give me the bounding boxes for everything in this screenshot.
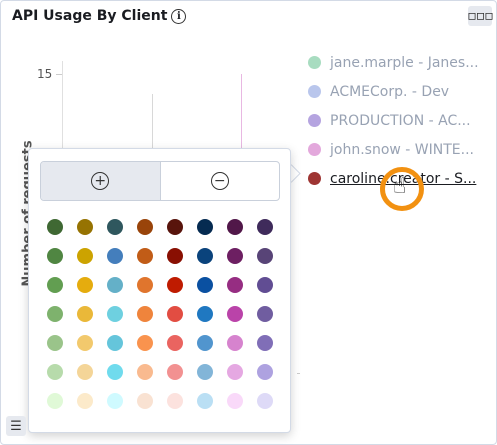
legend-item[interactable]: john.snow - WINTE... (308, 135, 479, 164)
color-swatch[interactable] (77, 364, 93, 380)
color-swatch[interactable] (167, 306, 183, 322)
legend-label[interactable]: jane.marple - Janes... (330, 55, 479, 71)
color-swatch[interactable] (227, 277, 243, 293)
chart-bar (241, 74, 242, 149)
legend-label[interactable]: PRODUCTION - AC... (330, 113, 471, 129)
color-swatch[interactable] (197, 219, 213, 235)
zoom-out-button[interactable]: − (161, 162, 280, 200)
color-swatch[interactable] (227, 219, 243, 235)
color-swatch[interactable] (107, 277, 123, 293)
legend-item[interactable]: PRODUCTION - AC... (308, 106, 479, 135)
color-swatch[interactable] (227, 306, 243, 322)
color-swatch[interactable] (137, 248, 153, 264)
color-swatch[interactable] (227, 248, 243, 264)
color-swatch[interactable] (227, 393, 243, 409)
color-picker-popover: + − (28, 148, 291, 433)
color-swatch[interactable] (167, 277, 183, 293)
minus-circle-icon: − (210, 172, 229, 190)
info-icon[interactable]: i (171, 8, 187, 24)
color-swatch[interactable] (107, 393, 123, 409)
legend-color-dot[interactable] (308, 56, 321, 69)
hand-pointer-icon: ☝ (393, 174, 407, 199)
zoom-in-button[interactable]: + (41, 162, 161, 200)
color-swatch[interactable] (137, 277, 153, 293)
legend-color-dot[interactable] (308, 143, 321, 156)
visualization-panel: API Usage By Client i ▫▫▫ Number of requ… (0, 0, 497, 445)
legend-item[interactable]: ACMECorp. - Dev (308, 77, 479, 106)
chart-bar (152, 94, 153, 149)
color-swatch[interactable] (137, 393, 153, 409)
color-swatch[interactable] (167, 335, 183, 351)
color-swatch[interactable] (47, 393, 63, 409)
color-swatch[interactable] (47, 277, 63, 293)
color-swatch[interactable] (257, 219, 273, 235)
color-swatch[interactable] (107, 335, 123, 351)
color-swatch[interactable] (107, 306, 123, 322)
list-icon[interactable]: ☰ (6, 416, 26, 436)
legend-color-dot[interactable] (308, 172, 321, 185)
legend-label[interactable]: ACMECorp. - Dev (330, 84, 449, 100)
legend-color-dot[interactable] (308, 114, 321, 127)
color-swatch[interactable] (77, 335, 93, 351)
color-swatch[interactable] (47, 364, 63, 380)
legend-item[interactable]: jane.marple - Janes... (308, 48, 479, 77)
color-swatch[interactable] (107, 248, 123, 264)
color-swatch[interactable] (47, 306, 63, 322)
color-swatch[interactable] (167, 393, 183, 409)
color-swatch[interactable] (77, 306, 93, 322)
panel-options-button[interactable]: ▫▫▫ (467, 6, 494, 26)
color-swatch[interactable] (257, 277, 273, 293)
color-swatch[interactable] (257, 248, 273, 264)
color-swatch[interactable] (137, 219, 153, 235)
color-swatch[interactable] (227, 364, 243, 380)
color-swatch[interactable] (227, 335, 243, 351)
color-swatch[interactable] (137, 306, 153, 322)
panel-header: API Usage By Client i (12, 8, 187, 24)
color-swatch[interactable] (197, 306, 213, 322)
color-swatch[interactable] (257, 393, 273, 409)
color-swatch[interactable] (77, 219, 93, 235)
color-swatch[interactable] (167, 248, 183, 264)
y-tick-label: 15 (37, 67, 53, 81)
color-swatch[interactable] (257, 364, 273, 380)
legend-color-dot[interactable] (308, 85, 321, 98)
color-swatch-grid (47, 219, 273, 409)
color-swatch[interactable] (197, 277, 213, 293)
color-swatch[interactable] (77, 393, 93, 409)
plus-circle-icon: + (91, 172, 110, 190)
color-swatch[interactable] (47, 248, 63, 264)
color-swatch[interactable] (257, 306, 273, 322)
color-swatch[interactable] (197, 335, 213, 351)
color-swatch[interactable] (47, 335, 63, 351)
color-swatch[interactable] (137, 364, 153, 380)
color-swatch[interactable] (167, 219, 183, 235)
color-swatch[interactable] (167, 364, 183, 380)
color-swatch[interactable] (107, 219, 123, 235)
color-swatch[interactable] (77, 248, 93, 264)
color-swatch[interactable] (77, 277, 93, 293)
color-swatch[interactable] (197, 248, 213, 264)
chart-bar (297, 373, 300, 374)
legend-label[interactable]: john.snow - WINTE... (330, 142, 474, 158)
color-swatch[interactable] (47, 219, 63, 235)
color-swatch[interactable] (197, 393, 213, 409)
zoom-button-group: + − (40, 161, 280, 201)
color-swatch[interactable] (257, 335, 273, 351)
color-swatch[interactable] (197, 364, 213, 380)
color-swatch[interactable] (107, 364, 123, 380)
panel-title: API Usage By Client (12, 8, 168, 24)
color-swatch[interactable] (137, 335, 153, 351)
